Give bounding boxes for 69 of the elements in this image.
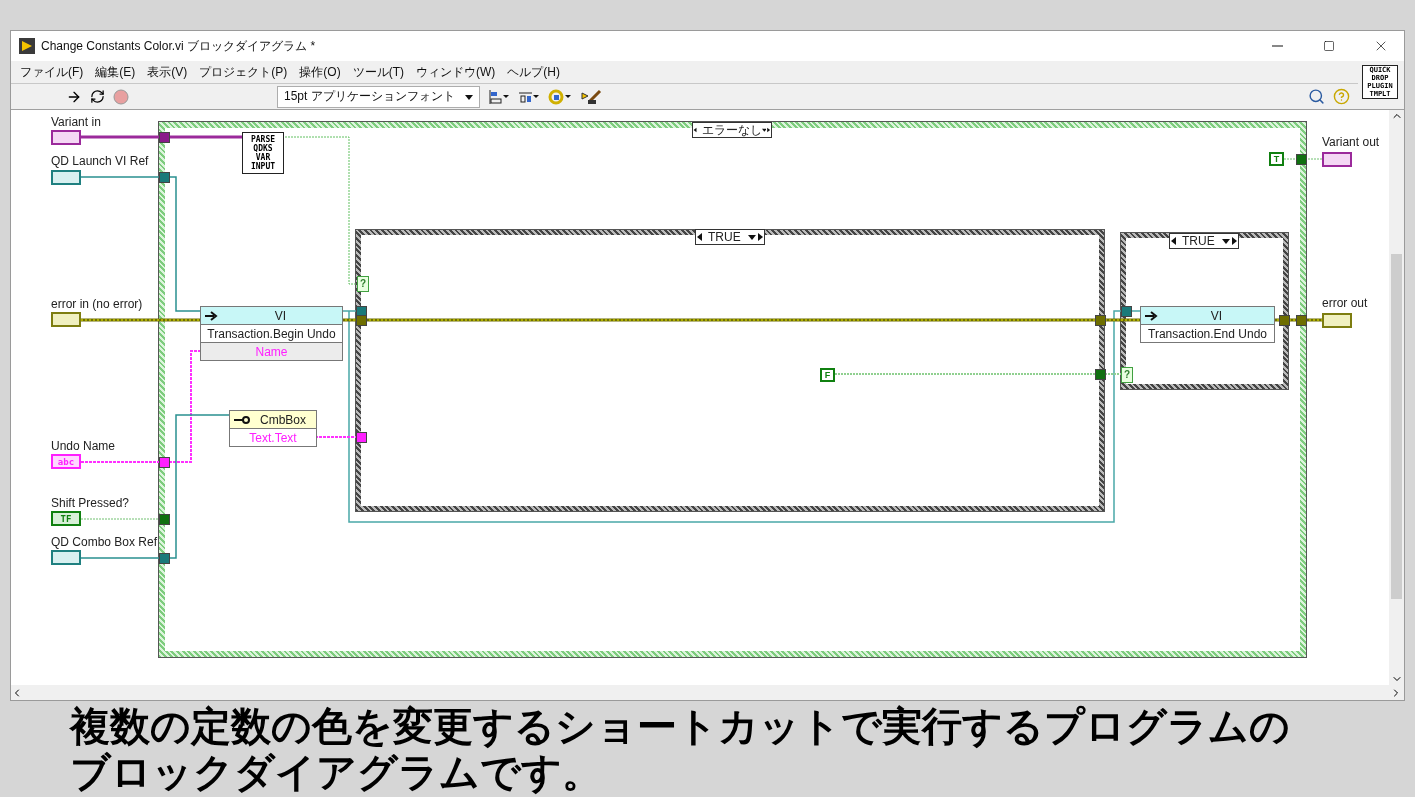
search-icon[interactable] (1308, 88, 1325, 105)
font-dropdown[interactable]: 15pt アプリケーションフォント (277, 85, 480, 108)
tunnel (356, 315, 367, 326)
input-terminal[interactable] (51, 312, 81, 327)
tunnel (159, 132, 170, 143)
boolean-constant[interactable]: F (820, 368, 835, 382)
tunnel (159, 172, 170, 183)
menu-item[interactable]: ヘルプ(H) (502, 61, 565, 83)
reorder-icon[interactable] (547, 88, 572, 105)
decrement-arrow-icon[interactable] (1170, 235, 1178, 247)
selector-terminal: ? (357, 276, 369, 292)
key-icon (234, 414, 250, 425)
case-structure[interactable] (356, 230, 1104, 511)
output-terminal[interactable] (1322, 313, 1352, 328)
tunnel (159, 553, 170, 564)
tunnel (1095, 315, 1106, 326)
tunnel (356, 432, 367, 443)
terminal-label: QD Combo Box Ref (51, 535, 158, 549)
decrement-arrow-icon[interactable] (696, 231, 704, 243)
input-terminal[interactable] (51, 130, 81, 145)
terminal-label: Undo Name (51, 439, 116, 453)
maximize-icon (1323, 40, 1335, 52)
terminal-label: Shift Pressed? (51, 496, 130, 510)
menu-item[interactable]: 操作(O) (294, 61, 346, 83)
subvi-node[interactable]: PARSE QDKS VAR INPUT (242, 132, 284, 174)
selector-terminal: ? (1121, 367, 1133, 383)
tunnel (159, 457, 170, 468)
tunnel (1095, 369, 1106, 380)
vertical-scrollbar[interactable] (1389, 110, 1404, 685)
cleanup-icon[interactable] (579, 88, 602, 105)
caption-text: ブロックダイアグラムです。 (70, 749, 603, 795)
window-title: Change Constants Color.vi ブロックダイアグラム * (41, 37, 317, 55)
minimize-icon (1271, 45, 1283, 47)
terminal-label: Variant in (51, 115, 101, 129)
boolean-constant[interactable]: T (1269, 152, 1284, 166)
tunnel (1296, 315, 1307, 326)
menu-item[interactable]: ウィンドウ(W) (411, 61, 501, 83)
tunnel (1279, 315, 1290, 326)
tunnel (1121, 306, 1132, 317)
terminal-label: error out (1322, 296, 1368, 310)
menu-item[interactable]: ツール(T) (347, 61, 409, 83)
horizontal-scrollbar[interactable] (11, 685, 1404, 700)
scroll-thumb[interactable] (1391, 254, 1402, 599)
caption-text: 複数の定数の色を変更するショートカットで実行するプログラムの (70, 703, 1291, 749)
terminal-label: Variant out (1322, 135, 1380, 149)
case-selector[interactable]: エラーなし (692, 122, 772, 138)
invoke-node[interactable]: VI Transaction.Begin Undo Name (200, 306, 343, 361)
invoke-node[interactable]: VI Transaction.End Undo (1140, 306, 1275, 343)
case-selector[interactable]: TRUE (1169, 233, 1239, 249)
wire (1283, 158, 1323, 160)
arrow-icon (205, 310, 219, 321)
terminal-label: QD Launch VI Ref (51, 154, 149, 168)
arrow-icon (1145, 310, 1159, 321)
terminal-label: error in (no error) (51, 297, 143, 311)
app-icon (19, 38, 35, 54)
input-terminal[interactable] (51, 170, 81, 185)
menu-item[interactable]: 表示(V) (142, 61, 193, 83)
run-continuously-icon[interactable] (90, 89, 105, 104)
property-node[interactable]: CmbBox Text.Text (229, 410, 317, 447)
menu-item[interactable]: プロジェクト(P) (194, 61, 293, 83)
output-terminal[interactable] (1322, 152, 1352, 167)
menu-item[interactable]: ファイル(F) (15, 61, 89, 83)
tunnel (1296, 154, 1307, 165)
case-selector[interactable]: TRUE (695, 229, 765, 245)
align-icon[interactable] (487, 88, 510, 105)
menu-item[interactable]: 編集(E) (90, 61, 141, 83)
input-terminal[interactable]: TF (51, 511, 81, 526)
tunnel (159, 514, 170, 525)
input-terminal[interactable] (51, 550, 81, 565)
